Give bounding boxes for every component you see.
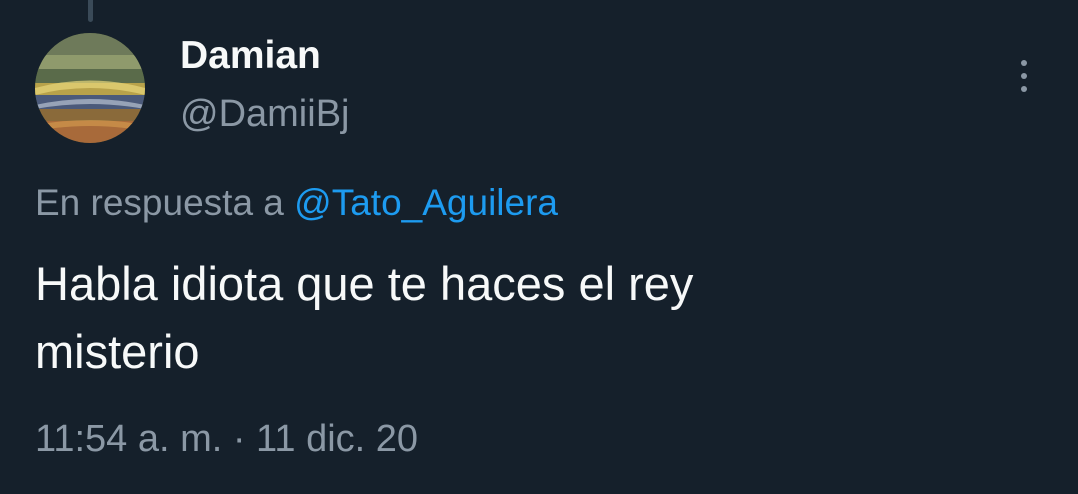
thread-connector-line xyxy=(88,0,93,22)
reply-context: En respuesta a @Tato_Aguilera xyxy=(35,178,558,228)
vertical-ellipsis-icon xyxy=(1021,60,1027,92)
more-options-button[interactable] xyxy=(1004,52,1044,100)
tweet-text-line: misterio xyxy=(35,325,200,378)
reply-prefix: En respuesta a xyxy=(35,182,295,223)
tweet-timestamp[interactable]: 11:54 a. m. · 11 dic. 20 xyxy=(35,413,418,465)
author-handle[interactable]: @DamiiBj xyxy=(180,90,349,138)
stadium-crowd-icon xyxy=(35,33,145,143)
avatar[interactable] xyxy=(35,33,145,143)
tweet-text-line: Habla idiota que te haces el rey xyxy=(35,257,694,310)
author-display-name[interactable]: Damian xyxy=(180,32,321,80)
reply-target-link[interactable]: @Tato_Aguilera xyxy=(294,182,558,223)
tweet-text: Habla idiota que te haces el rey misteri… xyxy=(35,250,935,386)
